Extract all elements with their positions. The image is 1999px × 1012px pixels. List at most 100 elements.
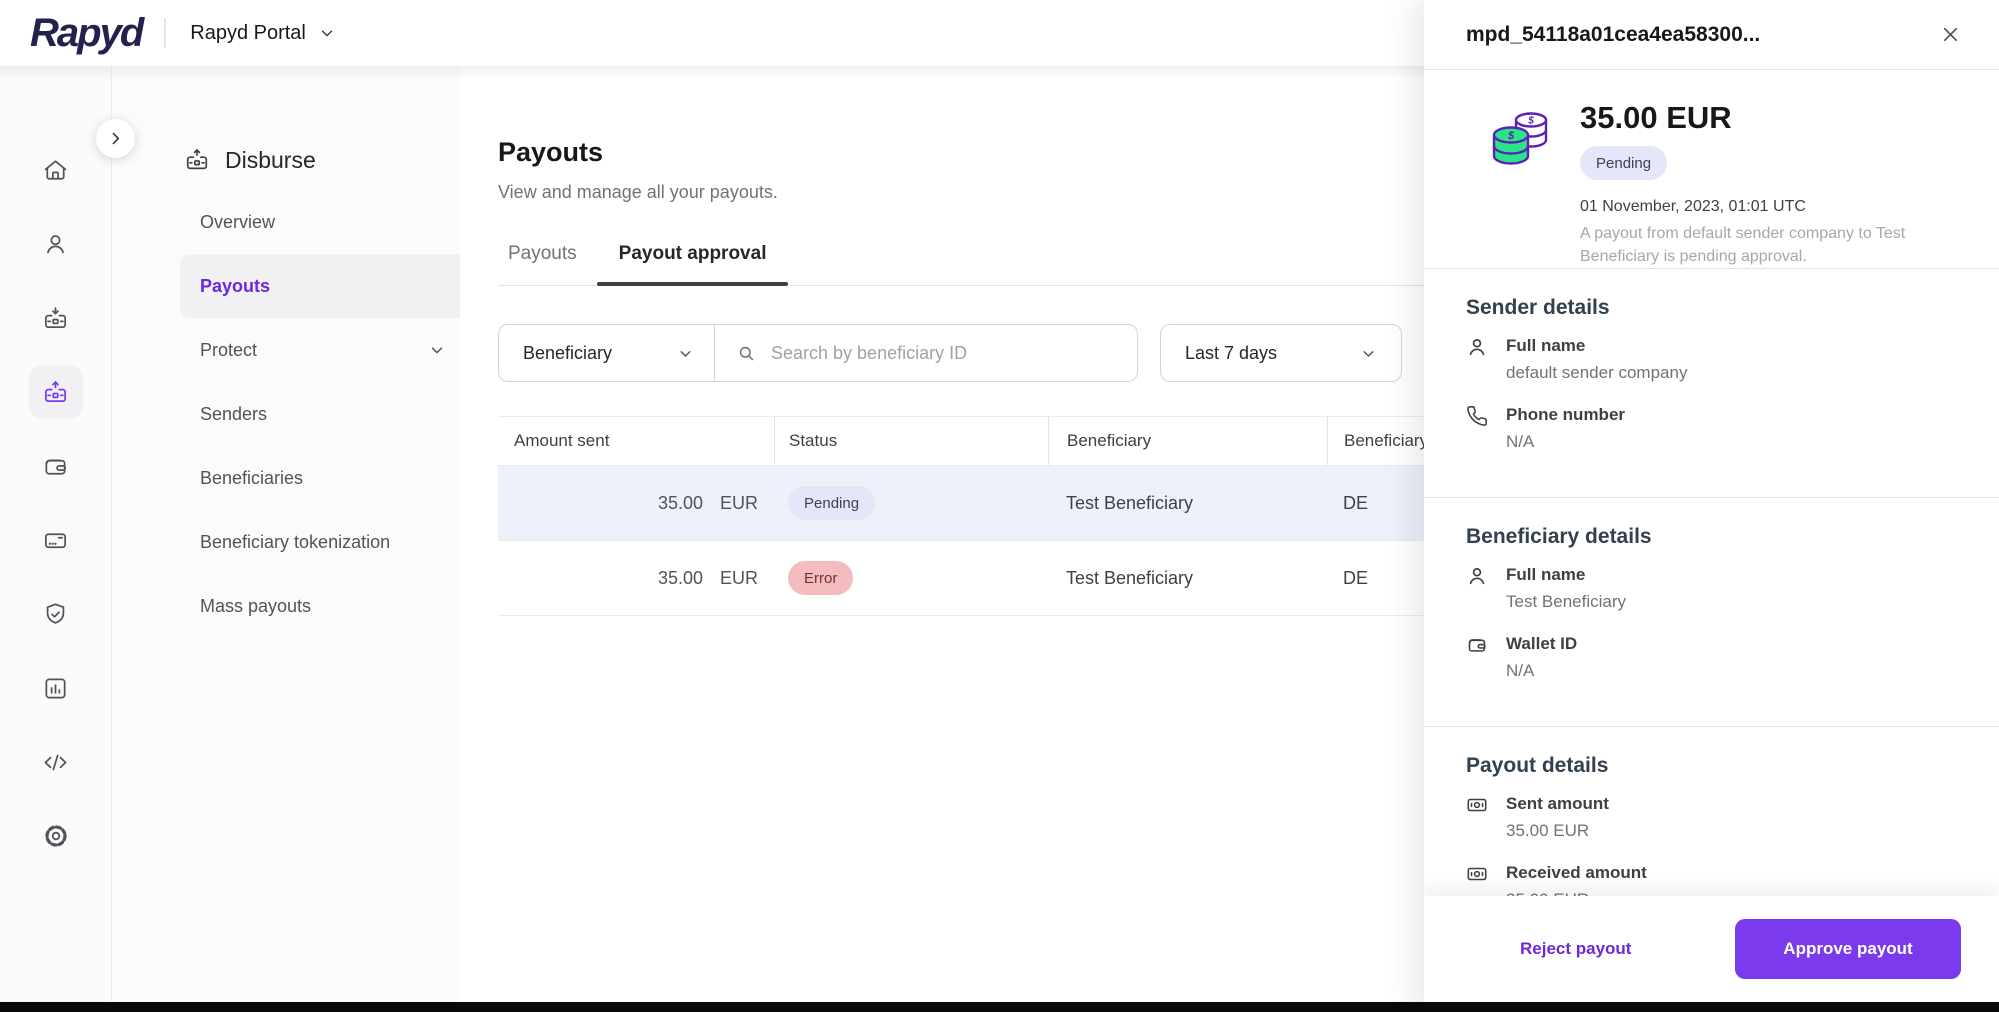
summary-main: 35.00 EUR Pending 01 November, 2023, 01:… [1580, 100, 1957, 268]
search-input[interactable] [769, 342, 1115, 365]
beneficiary-cell: Test Beneficiary [1048, 493, 1327, 514]
menu-item-label: Beneficiaries [200, 468, 303, 489]
developers-code-icon [42, 749, 69, 776]
status-badge: Error [788, 561, 853, 595]
menu-item-label: Beneficiary tokenization [200, 532, 390, 553]
approve-payout-button[interactable]: Approve payout [1735, 919, 1961, 979]
amount-cell: 35.00 EUR [498, 493, 774, 514]
menu-item-label: Mass payouts [200, 596, 311, 617]
collect-icon [42, 305, 69, 332]
panel-header: mpd_54118a01cea4ea58300... [1424, 0, 1999, 70]
compliance-shield-icon [42, 601, 69, 628]
detail-label: Received amount [1506, 862, 1647, 884]
search-category-value: Beneficiary [523, 343, 612, 364]
menu-item-overview[interactable]: Overview [180, 190, 470, 254]
detail-label: Wallet ID [1506, 633, 1577, 655]
amount-value: 35.00 [658, 493, 703, 514]
status-cell: Pending [774, 486, 1048, 520]
menu-item-label: Overview [200, 212, 275, 233]
detail-value: default sender company [1506, 362, 1687, 384]
payout-id-title: mpd_54118a01cea4ea58300... [1466, 23, 1760, 47]
close-icon [1940, 24, 1961, 45]
detail-item: Full name Test Beneficiary [1466, 564, 1957, 613]
sidebar-item-analytics[interactable] [0, 651, 111, 725]
menu-item-label: Payouts [200, 276, 270, 297]
chevron-down-icon [318, 24, 336, 42]
date-range-value: Last 7 days [1185, 343, 1277, 364]
payout-amount: 35.00 EUR [1580, 100, 1957, 136]
detail-item: Sent amount 35.00 EUR [1466, 793, 1957, 842]
sidebar-item-customers[interactable] [0, 207, 111, 281]
banknote-icon [1466, 794, 1488, 842]
sidebar-item-wallet[interactable] [0, 429, 111, 503]
menu-item-protect[interactable]: Protect [180, 318, 470, 382]
search-category-dropdown[interactable]: Beneficiary [499, 325, 715, 381]
svg-text:$: $ [1507, 130, 1515, 142]
sidebar-item-developers[interactable] [0, 725, 111, 799]
sidebar-item-settings[interactable] [0, 799, 111, 873]
detail-label: Full name [1506, 564, 1626, 586]
chevron-down-icon [428, 341, 446, 359]
card-icon [42, 527, 69, 554]
sender-details-section: Sender details Full name default sender … [1424, 268, 1999, 497]
date-range-dropdown[interactable]: Last 7 days [1160, 324, 1402, 382]
menu-item-beneficiary-tokenization[interactable]: Beneficiary tokenization [180, 510, 470, 574]
wallet-icon [42, 453, 69, 480]
detail-item: Full name default sender company [1466, 335, 1957, 384]
beneficiary-details-section: Beneficiary details Full name Test Benef… [1424, 497, 1999, 726]
panel-footer: Reject payout Approve payout [1424, 896, 1999, 1002]
sidebar-item-home[interactable] [0, 133, 111, 207]
sidebar-expand-button[interactable] [96, 119, 135, 158]
detail-label: Phone number [1506, 404, 1625, 426]
settings-gear-icon [42, 822, 70, 850]
icon-sidebar [0, 66, 112, 1012]
search-box [715, 325, 1137, 381]
detail-value: N/A [1506, 660, 1577, 682]
reject-payout-button[interactable]: Reject payout [1514, 938, 1637, 960]
disburse-icon [184, 147, 210, 173]
disburse-menu: Disburse Overview Payouts Protect Sender… [112, 66, 460, 1012]
beneficiary-cell: Test Beneficiary [1048, 568, 1327, 589]
tab-payouts[interactable]: Payouts [508, 243, 577, 285]
sidebar-item-compliance[interactable] [0, 577, 111, 651]
menu-item-label: Senders [200, 404, 267, 425]
menu-header: Disburse [112, 142, 460, 178]
header-divider [164, 18, 166, 48]
wallet-icon [1466, 634, 1488, 682]
menu-item-label: Protect [200, 340, 257, 361]
column-header-amount-sent: Amount sent [498, 417, 774, 465]
amount-cell: 35.00 EUR [498, 568, 774, 589]
user-icon [1466, 565, 1488, 613]
phone-icon [1466, 405, 1488, 453]
menu-item-mass-payouts[interactable]: Mass payouts [180, 574, 470, 638]
menu-item-payouts[interactable]: Payouts [180, 254, 470, 318]
section-heading: Payout details [1466, 753, 1957, 779]
home-icon [42, 157, 69, 184]
sidebar-item-cards[interactable] [0, 503, 111, 577]
section-heading: Sender details [1466, 295, 1957, 321]
sidebar-item-disburse[interactable] [0, 355, 111, 429]
section-heading: Beneficiary details [1466, 524, 1957, 550]
status-badge: Pending [1580, 146, 1667, 180]
screen-bottom-edge [0, 1002, 1999, 1012]
menu-item-senders[interactable]: Senders [180, 382, 470, 446]
currency-code: EUR [720, 568, 758, 589]
detail-label: Sent amount [1506, 793, 1609, 815]
sidebar-item-collect[interactable] [0, 281, 111, 355]
search-icon [737, 344, 756, 363]
payout-status-row: Pending [1580, 146, 1957, 180]
analytics-icon [42, 675, 69, 702]
close-panel-button[interactable] [1936, 20, 1965, 49]
customers-icon [42, 231, 69, 258]
payout-date: 01 November, 2023, 01:01 UTC [1580, 198, 1957, 216]
currency-code: EUR [720, 493, 758, 514]
panel-body: $ $ 35.00 EUR Pending 01 November, 2023,… [1424, 70, 1999, 1012]
menu-item-beneficiaries[interactable]: Beneficiaries [180, 446, 470, 510]
tab-payout-approval[interactable]: Payout approval [619, 243, 767, 285]
amount-value: 35.00 [658, 568, 703, 589]
detail-label: Full name [1506, 335, 1687, 357]
payout-summary: $ $ 35.00 EUR Pending 01 November, 2023,… [1424, 70, 1999, 268]
detail-value: 35.00 EUR [1506, 820, 1609, 842]
search-filter-group: Beneficiary [498, 324, 1138, 382]
portal-switcher[interactable]: Rapyd Portal [190, 22, 336, 45]
